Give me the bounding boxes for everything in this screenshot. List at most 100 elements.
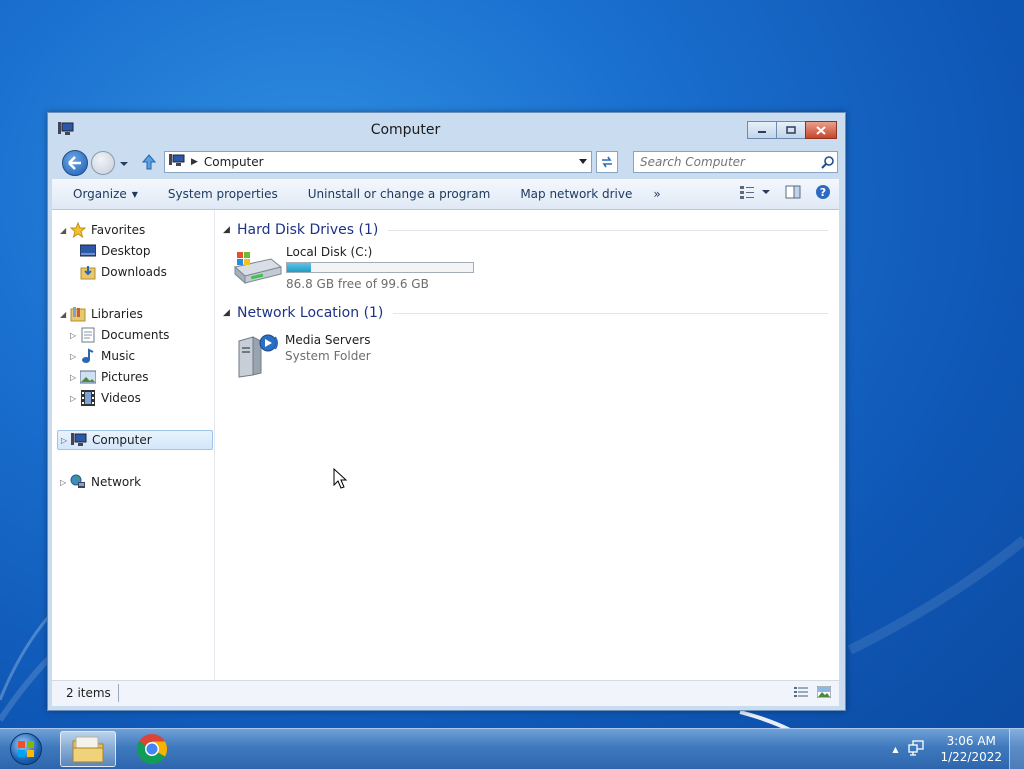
group-divider: [388, 229, 828, 231]
back-arrow-icon: [68, 156, 81, 170]
expanded-triangle-icon[interactable]: ◢: [60, 226, 70, 235]
star-icon: [70, 222, 86, 238]
music-note-icon: [80, 348, 96, 364]
pictures-icon: [80, 369, 96, 385]
group-divider: [393, 312, 828, 314]
libraries-icon: [70, 306, 86, 322]
nav-documents[interactable]: ▷ Documents: [70, 325, 169, 345]
drive-capacity-fill: [287, 263, 312, 272]
title-bar[interactable]: Computer: [48, 113, 845, 147]
group-header-text: Hard Disk Drives (1): [237, 222, 379, 238]
nav-label: Documents: [101, 328, 170, 342]
taskbar-clock[interactable]: 3:06 AM 1/22/2022: [940, 733, 1002, 765]
nav-label: Favorites: [91, 223, 146, 237]
drive-capacity-bar: [286, 262, 474, 273]
nav-favorites[interactable]: ◢ Favorites: [60, 220, 145, 240]
taskbar: ▲ 3:06 AM 1/22/2022: [0, 728, 1024, 769]
folder-icon: [72, 736, 104, 763]
change-view-button[interactable]: [739, 185, 771, 199]
nav-downloads[interactable]: Downloads: [80, 262, 167, 282]
status-divider: [118, 684, 119, 702]
system-properties-button[interactable]: System properties: [153, 187, 293, 201]
search-icon[interactable]: [817, 155, 837, 169]
clock-date: 1/22/2022: [940, 750, 1002, 764]
chevron-down-icon: ▼: [131, 189, 138, 199]
file-list-pane[interactable]: ◢ Hard Disk Drives (1) Local Disk (C:) 8…: [217, 210, 837, 680]
nav-videos[interactable]: ▷ Videos: [70, 388, 141, 408]
show-desktop-button[interactable]: [1009, 729, 1024, 769]
network-status-icon[interactable]: [908, 739, 926, 759]
preview-pane-button[interactable]: [785, 185, 801, 199]
collapsed-triangle-icon[interactable]: ▷: [70, 331, 80, 340]
windows-logo-icon: [10, 733, 42, 765]
view-controls: ?: [725, 184, 831, 200]
address-history-dropdown[interactable]: [575, 159, 591, 165]
collapsed-triangle-icon[interactable]: ▷: [61, 436, 71, 445]
media-server-icon: [235, 331, 283, 379]
large-icons-view-icon[interactable]: [816, 685, 832, 701]
forward-button[interactable]: [91, 151, 115, 175]
up-button[interactable]: [141, 153, 157, 174]
back-button[interactable]: [62, 150, 88, 176]
collapsed-triangle-icon[interactable]: ▷: [70, 352, 80, 361]
help-button[interactable]: ?: [815, 184, 831, 200]
search-box[interactable]: [633, 151, 838, 173]
expanded-triangle-icon[interactable]: ◢: [60, 310, 70, 319]
nav-music[interactable]: ▷ Music: [70, 346, 135, 366]
item-count: 2 items: [66, 686, 111, 700]
minimize-icon: [758, 131, 766, 133]
details-view-icon[interactable]: [793, 686, 809, 701]
chevron-down-icon: [762, 190, 770, 194]
collapsed-triangle-icon[interactable]: ▷: [60, 478, 70, 487]
maximize-button[interactable]: [776, 121, 806, 139]
chrome-icon: [136, 734, 168, 765]
breadcrumb-computer[interactable]: Computer: [204, 155, 575, 169]
group-header-hard-disk[interactable]: ◢ Hard Disk Drives (1): [223, 220, 828, 240]
expanded-triangle-icon[interactable]: ◢: [223, 225, 237, 235]
address-bar[interactable]: ▶ Computer: [164, 151, 592, 173]
drive-tile-local-disk[interactable]: Local Disk (C:) 86.8 GB free of 99.6 GB: [231, 245, 474, 291]
recent-pages-dropdown[interactable]: [119, 157, 129, 171]
nav-libraries[interactable]: ◢ Libraries: [60, 304, 143, 324]
taskbar-windows-explorer[interactable]: [60, 731, 116, 767]
computer-icon: [71, 432, 87, 448]
collapsed-triangle-icon[interactable]: ▷: [70, 373, 80, 382]
computer-icon: [169, 154, 185, 170]
taskbar-google-chrome[interactable]: [124, 731, 180, 767]
show-hidden-icons-button[interactable]: ▲: [892, 745, 898, 754]
explorer-window: Computer ▶ Computer Search Computer Orga…: [47, 112, 846, 711]
nav-label: Downloads: [101, 265, 167, 279]
nav-computer[interactable]: ▷ Computer: [57, 430, 213, 450]
media-servers-tile[interactable]: Media Servers System Folder: [235, 331, 371, 379]
breadcrumb-separator-icon[interactable]: ▶: [191, 157, 198, 167]
network-icon: [70, 474, 86, 490]
map-network-drive-button[interactable]: Map network drive: [505, 187, 647, 201]
expanded-triangle-icon[interactable]: ◢: [223, 308, 237, 318]
drive-free-space: 86.8 GB free of 99.6 GB: [286, 277, 429, 291]
media-servers-type: System Folder: [285, 349, 371, 363]
content-area: ◢ Favorites Desktop Downloads ◢ Librarie…: [52, 210, 839, 680]
documents-icon: [80, 327, 96, 343]
refresh-icon: [602, 156, 612, 168]
nav-desktop[interactable]: Desktop: [80, 241, 151, 261]
view-options-icon: [740, 186, 754, 199]
nav-label: Computer: [92, 433, 152, 447]
group-header-network-location[interactable]: ◢ Network Location (1): [223, 303, 828, 323]
nav-network[interactable]: ▷ Network: [60, 472, 141, 492]
preview-pane-icon: [785, 185, 801, 199]
collapsed-triangle-icon[interactable]: ▷: [70, 394, 80, 403]
uninstall-program-button[interactable]: Uninstall or change a program: [293, 187, 506, 201]
hard-drive-icon: [231, 245, 283, 289]
nav-label: Pictures: [101, 370, 149, 384]
nav-pictures[interactable]: ▷ Pictures: [70, 367, 149, 387]
drive-name: Local Disk (C:): [286, 245, 373, 259]
search-input[interactable]: [634, 154, 817, 170]
more-commands-button[interactable]: »: [647, 187, 675, 201]
start-button[interactable]: [6, 731, 46, 767]
navigation-pane[interactable]: ◢ Favorites Desktop Downloads ◢ Librarie…: [52, 210, 215, 680]
minimize-button[interactable]: [747, 121, 777, 139]
close-button[interactable]: [805, 121, 837, 139]
chevron-down-icon: [120, 162, 128, 166]
organize-menu[interactable]: Organize ▼: [52, 187, 153, 201]
refresh-button[interactable]: [596, 151, 618, 173]
